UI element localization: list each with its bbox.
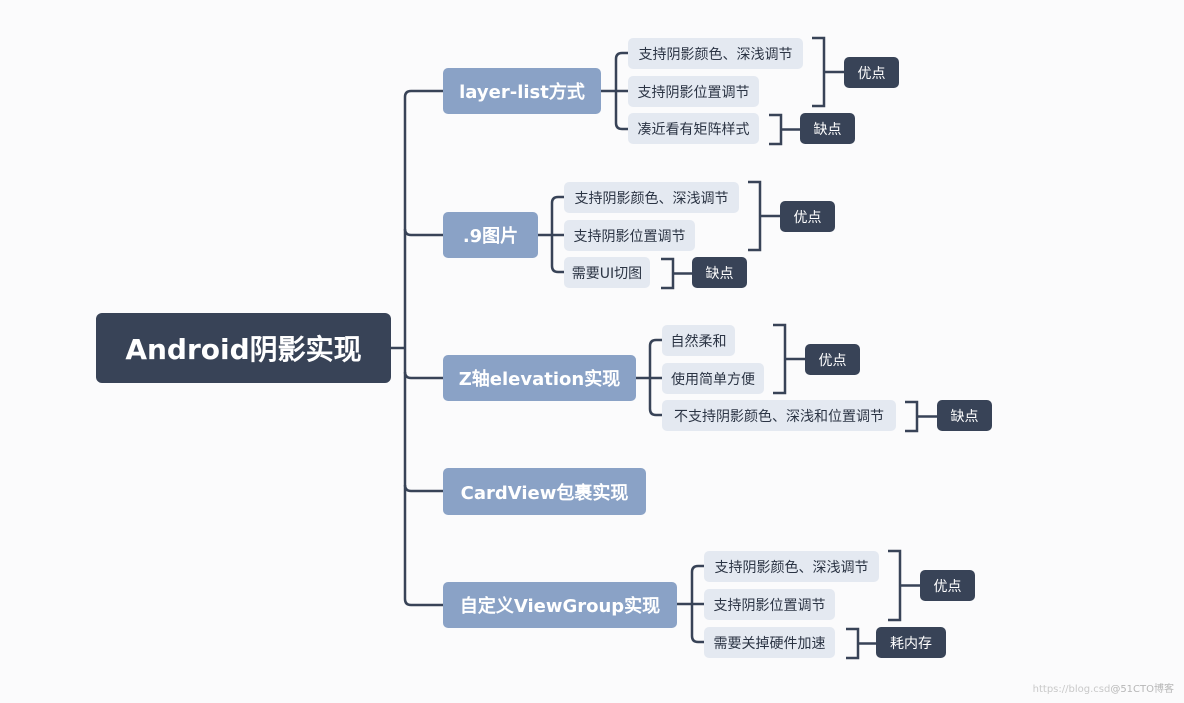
trunk-line	[403, 89, 443, 607]
cons-bracket	[769, 113, 800, 146]
pros-bracket	[812, 36, 844, 108]
branch-custom-viewgroup[interactable]: 自定义ViewGroup实现	[443, 582, 677, 628]
branch-cardview[interactable]: CardView包裹实现	[443, 468, 646, 515]
leaf-item[interactable]: 支持阴影颜色、深浅调节	[628, 38, 803, 69]
watermark-url: https://blog.csd	[1032, 684, 1111, 695]
leaf-item[interactable]: 自然柔和	[662, 325, 735, 356]
leaf-item[interactable]: 需要关掉硬件加速	[704, 627, 835, 658]
pros-bracket	[773, 323, 805, 395]
leaf-item[interactable]: 凑近看有矩阵样式	[628, 113, 759, 144]
leaf-item[interactable]: 支持阴影颜色、深浅调节	[704, 551, 879, 582]
leaf-item[interactable]: 需要UI切图	[564, 257, 650, 288]
branch-z-elevation[interactable]: Z轴elevation实现	[443, 355, 636, 401]
leaf-item[interactable]: 使用简单方便	[662, 363, 764, 394]
leaf-item[interactable]: 支持阴影位置调节	[628, 76, 759, 107]
leaf-item[interactable]: 支持阴影位置调节	[704, 589, 835, 620]
watermark: https://blog.csd@51CTO博客	[1033, 680, 1174, 695]
pros-tag[interactable]: 优点	[920, 570, 975, 601]
branch-connector	[403, 484, 443, 493]
leaf-item[interactable]: 支持阴影位置调节	[564, 220, 695, 251]
pros-tag[interactable]: 优点	[805, 344, 860, 375]
pros-bracket	[888, 549, 920, 622]
cons-bracket	[905, 400, 937, 433]
branch-connector	[403, 228, 443, 237]
branch-connector	[403, 371, 443, 380]
cons-tag[interactable]: 缺点	[800, 113, 855, 144]
leaf-item[interactable]: 支持阴影颜色、深浅调节	[564, 182, 739, 213]
cons-bracket	[661, 257, 692, 290]
memory-bracket	[846, 627, 876, 660]
pros-tag[interactable]: 优点	[780, 201, 835, 232]
memory-cost-tag[interactable]: 耗内存	[876, 627, 946, 658]
pros-bracket	[748, 180, 780, 252]
cons-tag[interactable]: 缺点	[692, 257, 747, 288]
cons-tag[interactable]: 缺点	[937, 400, 992, 431]
watermark-site: @51CTO博客	[1110, 684, 1174, 695]
pros-tag[interactable]: 优点	[844, 57, 899, 88]
root-topic[interactable]: Android阴影实现	[96, 313, 391, 383]
branch-layer-list[interactable]: layer-list方式	[443, 68, 601, 114]
branch-nine-patch[interactable]: .9图片	[443, 212, 538, 258]
leaf-item[interactable]: 不支持阴影颜色、深浅和位置调节	[662, 400, 896, 431]
